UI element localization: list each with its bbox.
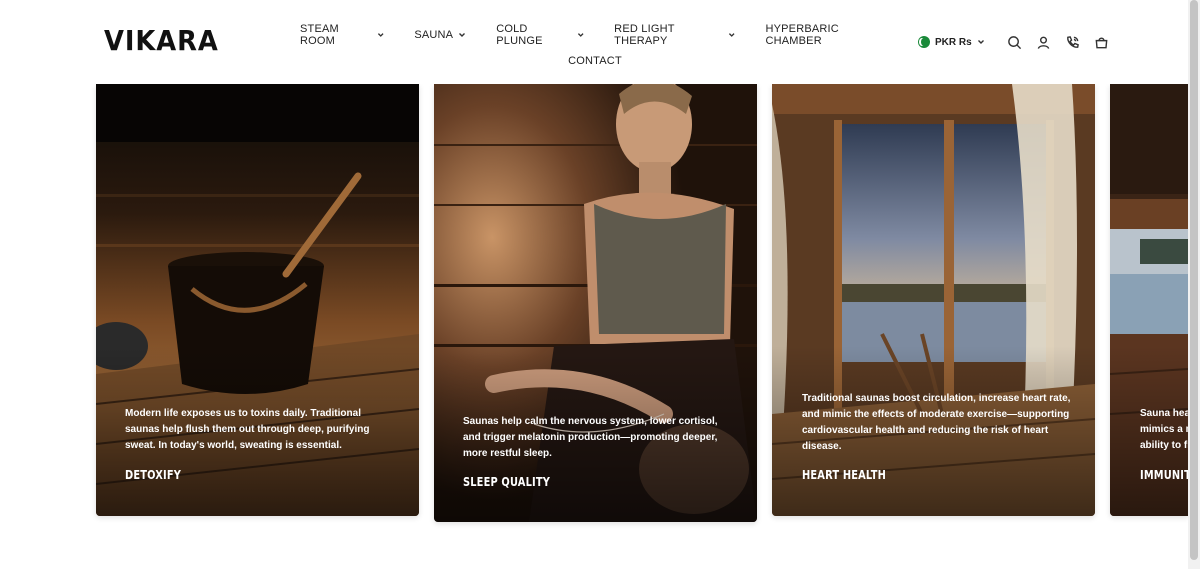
cart-icon — [1095, 36, 1108, 48]
header-utilities: PKR Rs — [918, 33, 1123, 51]
nav-item-label: HYPERBARIC CHAMBER — [765, 23, 839, 47]
cart-button[interactable] — [1094, 34, 1110, 50]
card-title: HEART HEALTH — [802, 468, 886, 482]
card-description-line: ability to fig — [1140, 440, 1188, 451]
nav-item-cold-plunge[interactable]: COLD PLUNGE — [496, 23, 584, 47]
nav-item-hyperbaric-chamber[interactable]: HYPERBARIC CHAMBER — [765, 23, 890, 47]
nav-item-label: RED LIGHT THERAPY — [614, 23, 675, 47]
card-title: DETOXIFY — [125, 468, 182, 482]
page-scrollbar[interactable] — [1188, 0, 1200, 569]
nav-item-label: COLD PLUNGE — [496, 23, 543, 47]
phone-button[interactable] — [1065, 34, 1081, 50]
currency-label: PKR Rs — [935, 36, 972, 48]
site-header: VIKARA STEAM ROOM SAUNA COLD PLUNGE RED … — [0, 0, 1188, 84]
card-description-line: Sauna heat — [1140, 408, 1188, 419]
card-description: Modern life exposes us to toxins daily. … — [125, 408, 370, 451]
chevron-down-icon — [377, 33, 384, 37]
currency-selector[interactable]: PKR Rs — [918, 36, 985, 48]
search-icon — [1008, 35, 1022, 49]
pakistan-flag-icon — [918, 36, 930, 48]
chevron-down-icon — [728, 33, 735, 37]
scrollbar-thumb[interactable] — [1190, 0, 1198, 560]
nav-item-contact[interactable]: CONTACT — [568, 55, 622, 67]
benefit-card-sleep-quality[interactable]: Saunas help calm the nervous system, low… — [434, 84, 757, 522]
card-description: Sauna heat mimics a m ability to fig — [1140, 406, 1188, 454]
card-title: SLEEP QUALITY — [463, 475, 551, 489]
main-nav: STEAM ROOM SAUNA COLD PLUNGE RED LIGHT T… — [300, 22, 890, 74]
benefit-card-detoxify[interactable]: Modern life exposes us to toxins daily. … — [96, 84, 419, 516]
chevron-down-icon — [459, 33, 466, 37]
nav-item-red-light-therapy[interactable]: RED LIGHT THERAPY — [614, 23, 735, 47]
account-icon — [1037, 36, 1050, 49]
benefit-card-immunity[interactable]: Sauna heat mimics a m ability to fig IMM… — [1110, 84, 1188, 516]
nav-item-label: SAUNA — [414, 29, 454, 41]
benefit-card-heart-health[interactable]: Traditional saunas boost circulation, in… — [772, 84, 1095, 516]
chevron-down-icon — [577, 33, 584, 37]
nav-item-steam-room[interactable]: STEAM ROOM — [300, 23, 384, 47]
search-button[interactable] — [1007, 34, 1023, 50]
card-description: Traditional saunas boost circulation, in… — [802, 393, 1071, 452]
nav-item-sauna[interactable]: SAUNA — [414, 29, 466, 41]
nav-item-label: STEAM ROOM — [300, 23, 339, 47]
nav-row-secondary: CONTACT — [300, 48, 890, 74]
card-title: IMMUNITY B — [1140, 468, 1188, 482]
card-description: Saunas help calm the nervous system, low… — [463, 416, 718, 459]
nav-item-label: CONTACT — [568, 55, 622, 67]
chevron-down-icon — [977, 40, 984, 44]
site-logo[interactable]: VIKARA — [104, 24, 219, 57]
card-description-line: mimics a m — [1140, 424, 1188, 435]
nav-row-primary: STEAM ROOM SAUNA COLD PLUNGE RED LIGHT T… — [300, 22, 890, 48]
phone-icon — [1067, 35, 1080, 48]
account-button[interactable] — [1036, 34, 1052, 50]
